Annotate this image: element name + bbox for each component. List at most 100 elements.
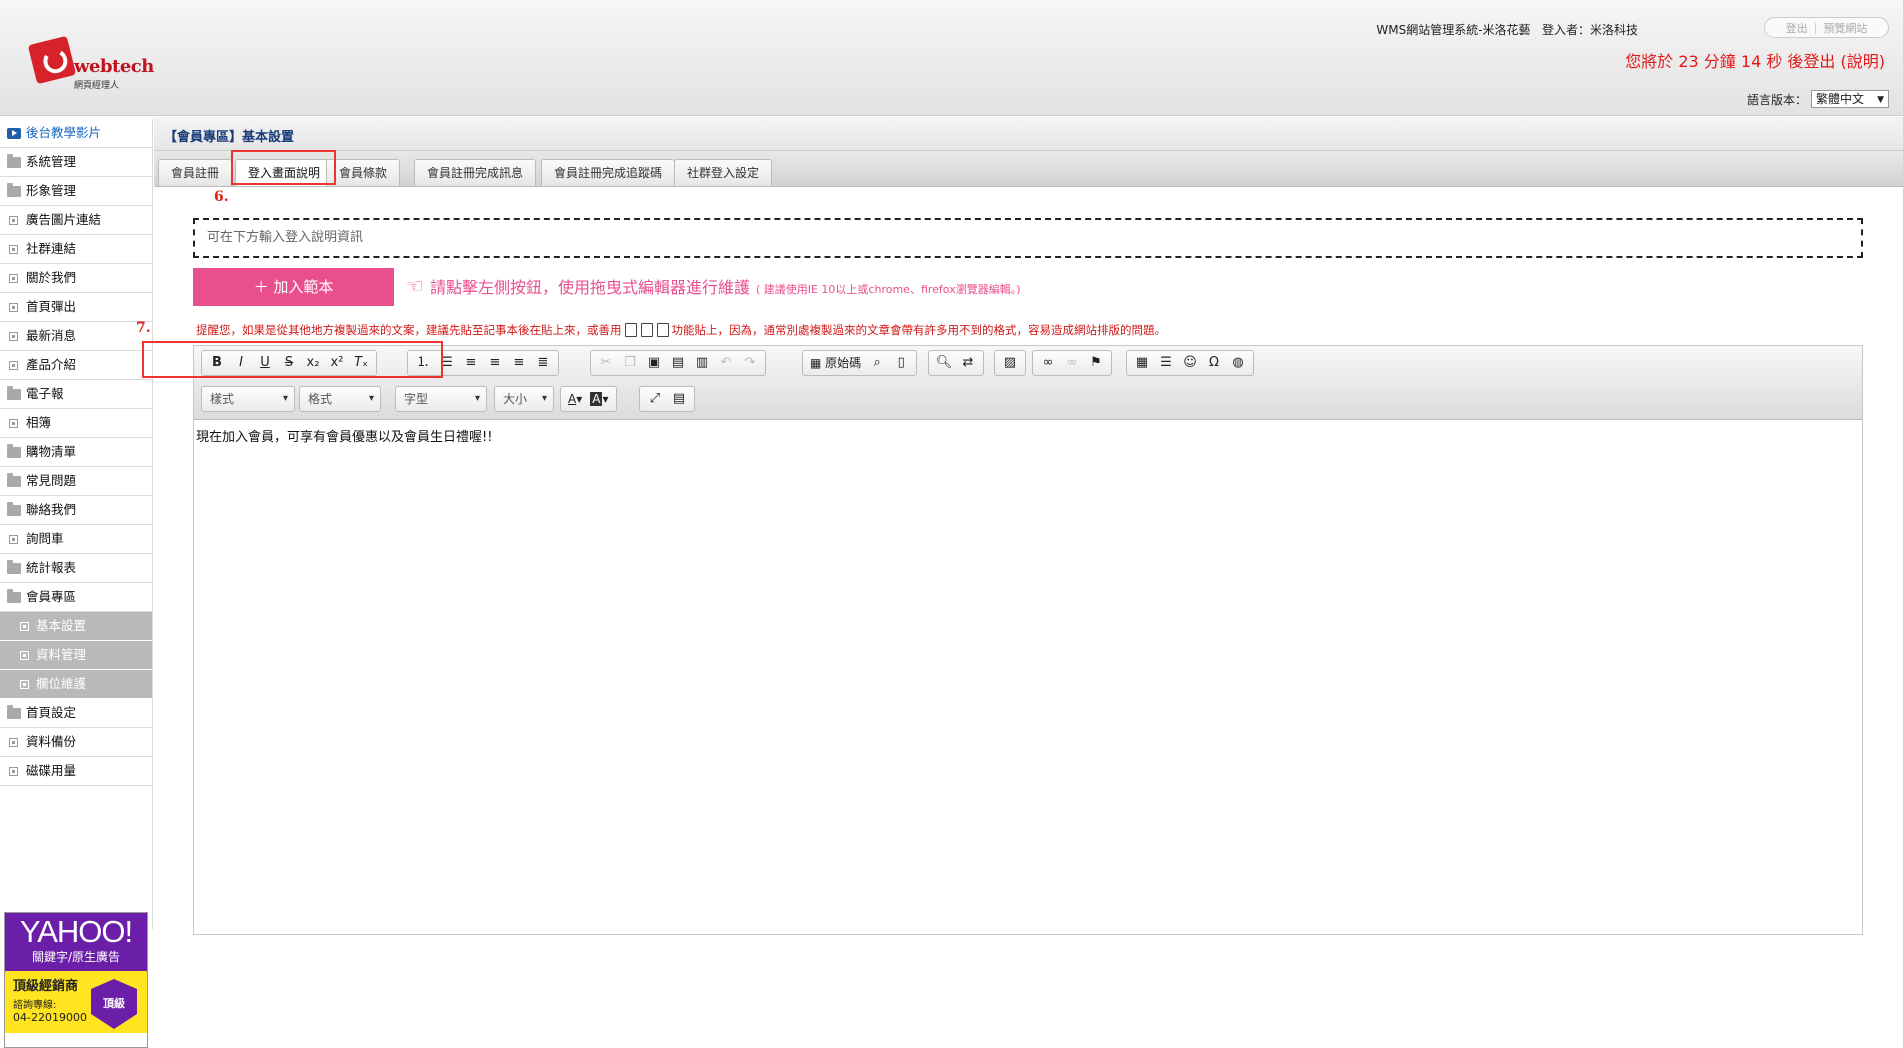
folder-icon — [7, 502, 21, 516]
sidebar-item[interactable]: 產品介紹 — [0, 351, 152, 380]
horizontal-line-icon[interactable]: ☰ — [1154, 352, 1178, 374]
redo-icon[interactable]: ↷ — [738, 352, 762, 374]
webtech-logo[interactable]: webtech 網頁經理人 — [27, 35, 154, 91]
logout-countdown[interactable]: 您將於 23 分鐘 14 秒 後登出 (說明) — [1625, 48, 1885, 72]
sidebar-item[interactable]: 詢問車 — [0, 525, 152, 554]
paste-word-button-icon[interactable]: ▥ — [690, 352, 714, 374]
rich-text-editor: B I U S x₂ x² Tₓ ⒈ ☰ ≡ ≡ ≡ ≣ ✂ ❐ ▣ ▤ ▥ ↶… — [193, 345, 1863, 935]
sidebar-item-label: 關於我們 — [26, 270, 77, 285]
preview-icon[interactable]: ⌕ — [865, 352, 889, 374]
paste-text-button-icon[interactable]: ▤ — [666, 352, 690, 374]
link-icon[interactable]: ∞ — [1036, 352, 1060, 374]
justify-icon[interactable]: ≣ — [531, 352, 555, 374]
hint-browser-note: ( 建議使用IE 10以上或chrome、firefox瀏覽器編輯。) — [755, 283, 1021, 296]
find-icon[interactable]: 🔍︎ — [932, 352, 956, 374]
sidebar-item[interactable]: 統計報表 — [0, 554, 152, 583]
table-icon[interactable]: ▦ — [1130, 352, 1154, 374]
sidebar-item-label: 後台教學影片 — [26, 125, 102, 140]
box-icon — [9, 535, 18, 544]
ad-tagline: 關鍵字/原生廣告 — [31, 950, 121, 964]
logo-sub: 網頁經理人 — [74, 81, 120, 91]
image-icon[interactable]: ▨ — [998, 352, 1022, 374]
sidebar-item-label: 電子報 — [26, 386, 64, 401]
undo-icon[interactable]: ↶ — [714, 352, 738, 374]
style-combo[interactable]: 樣式 — [201, 386, 295, 412]
sidebar-item[interactable]: 購物清單 — [0, 438, 152, 467]
size-combo[interactable]: 大小 — [494, 386, 554, 412]
box-icon — [9, 419, 18, 428]
sidebar-item[interactable]: 相簿 — [0, 409, 152, 438]
box-icon — [9, 767, 18, 776]
sidebar-item-label: 磁碟用量 — [26, 763, 77, 778]
sidebar-subitem[interactable]: 基本設置 — [0, 612, 152, 641]
sidebar-subitem[interactable]: 資料管理 — [0, 641, 152, 670]
anchor-flag-icon[interactable]: ⚑ — [1084, 352, 1108, 374]
sidebar-item-label: 相簿 — [26, 415, 52, 430]
sidebar-subitem[interactable]: 欄位維護 — [0, 670, 152, 699]
align-center-icon[interactable]: ≡ — [483, 352, 507, 374]
sidebar-item[interactable]: 廣告圖片連結 — [0, 206, 152, 235]
box-icon — [9, 738, 18, 747]
folder-icon — [7, 705, 21, 719]
tab-member-register[interactable]: 會員註冊 — [158, 159, 233, 186]
templates-icon[interactable]: ▯ — [889, 352, 913, 374]
sidebar-item[interactable]: 最新消息 — [0, 322, 152, 351]
smiley-icon[interactable]: ☺ — [1178, 352, 1202, 374]
special-char-icon[interactable]: Ω — [1202, 352, 1226, 374]
sidebar-item[interactable]: 形象管理 — [0, 177, 152, 206]
font-combo[interactable]: 字型 — [395, 386, 487, 412]
align-left-icon[interactable]: ≡ — [459, 352, 483, 374]
logout-button[interactable]: 登出 — [1786, 20, 1808, 36]
folder-icon — [7, 154, 21, 168]
copy-icon[interactable]: ❐ — [618, 352, 642, 374]
align-right-icon[interactable]: ≡ — [507, 352, 531, 374]
folder-icon — [7, 386, 21, 400]
sidebar-item-label: 會員專區 — [26, 589, 77, 604]
add-template-button[interactable]: ＋ 加入範本 — [193, 268, 394, 306]
replace-icon[interactable]: ⇄ — [956, 352, 980, 374]
yahoo-ad-banner[interactable]: YAHOO! 關鍵字/原生廣告 頂級經銷商 諮詢專線: 04-22019000 … — [4, 912, 148, 1048]
sidebar-item[interactable]: 磁碟用量 — [0, 757, 152, 786]
sidebar-item[interactable]: 系統管理 — [0, 148, 152, 177]
sidebar-item[interactable]: 首頁彈出 — [0, 293, 152, 322]
show-blocks-icon[interactable]: ▤ — [667, 388, 691, 410]
insert-group: ▦ ☰ ☺ Ω ◍ — [1126, 350, 1254, 376]
login-description-input[interactable]: 可在下方輸入登入說明資訊 — [193, 218, 1863, 258]
tab-register-complete-message[interactable]: 會員註冊完成訊息 — [414, 159, 537, 186]
editor-text: 現在加入會員，可享有會員優惠以及會員生日禮喔!! — [196, 430, 493, 445]
system-title: WMS網站管理系統-米洛花藝 — [1376, 23, 1531, 37]
maximize-icon[interactable]: ⤢ — [643, 388, 667, 410]
folder-open-icon — [7, 589, 21, 603]
editor-content[interactable]: 現在加入會員，可享有會員優惠以及會員生日禮喔!! — [194, 420, 1862, 445]
tab-social-login[interactable]: 社群登入設定 — [674, 159, 773, 186]
language-selector: 語言版本： 繁體中文 — [1747, 90, 1889, 108]
header: webtech 網頁經理人 WMS網站管理系統-米洛花藝 登入者：米洛科技 登出… — [0, 0, 1903, 116]
box-icon — [20, 651, 29, 660]
folder-icon — [7, 444, 21, 458]
highlight-box-step7 — [142, 341, 443, 378]
source-button[interactable]: ▦ 原始碼 — [806, 352, 865, 374]
background-color-icon[interactable]: A ▾ — [586, 388, 612, 410]
sidebar-item[interactable]: 常見問題 — [0, 467, 152, 496]
sidebar-item-label: 統計報表 — [26, 560, 77, 575]
preview-site-button[interactable]: 預覽網站 — [1823, 20, 1867, 36]
sidebar-item-label: 廣告圖片連結 — [26, 212, 102, 227]
sidebar-item[interactable]: 關於我們 — [0, 264, 152, 293]
sidebar-item[interactable]: 電子報 — [0, 380, 152, 409]
language-select[interactable]: 繁體中文 — [1811, 90, 1889, 108]
sidebar-item[interactable]: 資料備份 — [0, 728, 152, 757]
sidebar-item[interactable]: 後台教學影片 — [0, 119, 152, 148]
paste-button-icon[interactable]: ▣ — [642, 352, 666, 374]
sidebar-item[interactable]: 聯絡我們 — [0, 496, 152, 525]
tab-member-terms[interactable]: 會員條款 — [326, 159, 401, 186]
unlink-icon[interactable]: ∞ — [1060, 352, 1084, 374]
sidebar-item-label: 常見問題 — [26, 473, 77, 488]
sidebar-item[interactable]: 首頁設定 — [0, 699, 152, 728]
cut-icon[interactable]: ✂ — [594, 352, 618, 374]
iframe-globe-icon[interactable]: ◍ — [1226, 352, 1250, 374]
format-combo[interactable]: 格式 — [299, 386, 381, 412]
text-color-icon[interactable]: A▾ — [564, 388, 586, 410]
sidebar-item[interactable]: 社群連結 — [0, 235, 152, 264]
sidebar-item[interactable]: 會員專區 — [0, 583, 152, 612]
tab-register-tracking-code[interactable]: 會員註冊完成追蹤碼 — [541, 159, 676, 186]
